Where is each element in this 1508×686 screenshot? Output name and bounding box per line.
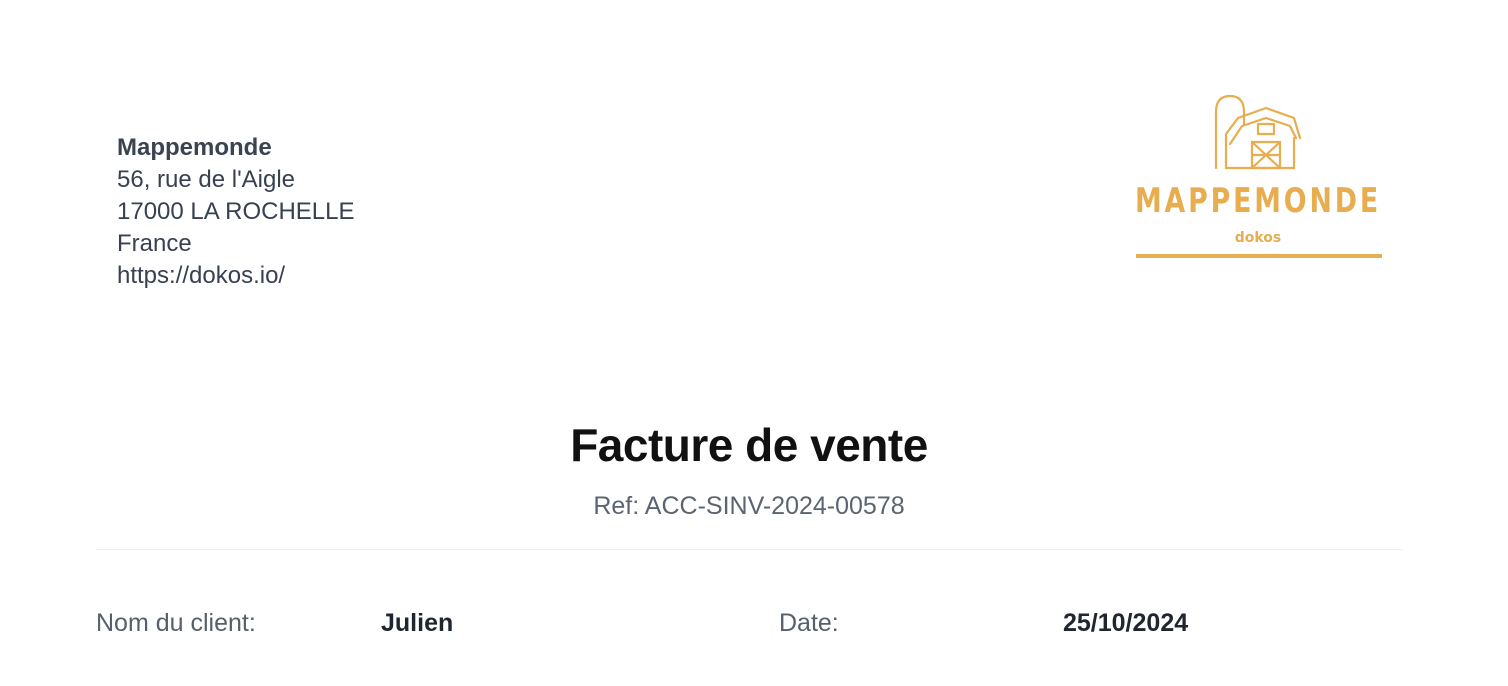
customer-name-label: Nom du client:: [96, 609, 256, 637]
reference-number: ACC-SINV-2024-00578: [644, 492, 905, 520]
customer-name-value: Julien: [381, 609, 454, 637]
reference-label: Ref:: [593, 492, 640, 520]
company-country: France: [117, 230, 192, 257]
company-logo: MAPPEMONDE dokos: [1134, 92, 1384, 262]
company-address-line1: 56, rue de l'Aigle: [117, 166, 296, 193]
logo-underline: [1136, 254, 1382, 258]
date-label: Date:: [779, 609, 839, 637]
company-website: https://dokos.io/: [117, 262, 286, 289]
document-reference: Ref: ACC-SINV-2024-00578: [0, 492, 1498, 521]
company-address-line2: 17000 LA ROCHELLE: [117, 198, 355, 225]
logo-tagline-text: dokos: [1235, 230, 1282, 246]
logo-brand-text: MAPPEMONDE: [1135, 181, 1381, 221]
document-title: Facture de vente: [570, 419, 928, 471]
company-name: Mappemonde: [117, 134, 272, 161]
section-divider: [96, 549, 1403, 550]
company-address-block: Mappemonde 56, rue de l'Aigle 17000 LA R…: [117, 132, 354, 292]
date-value: 25/10/2024: [1063, 609, 1189, 637]
barn-silo-icon: MAPPEMONDE dokos: [1135, 94, 1382, 258]
